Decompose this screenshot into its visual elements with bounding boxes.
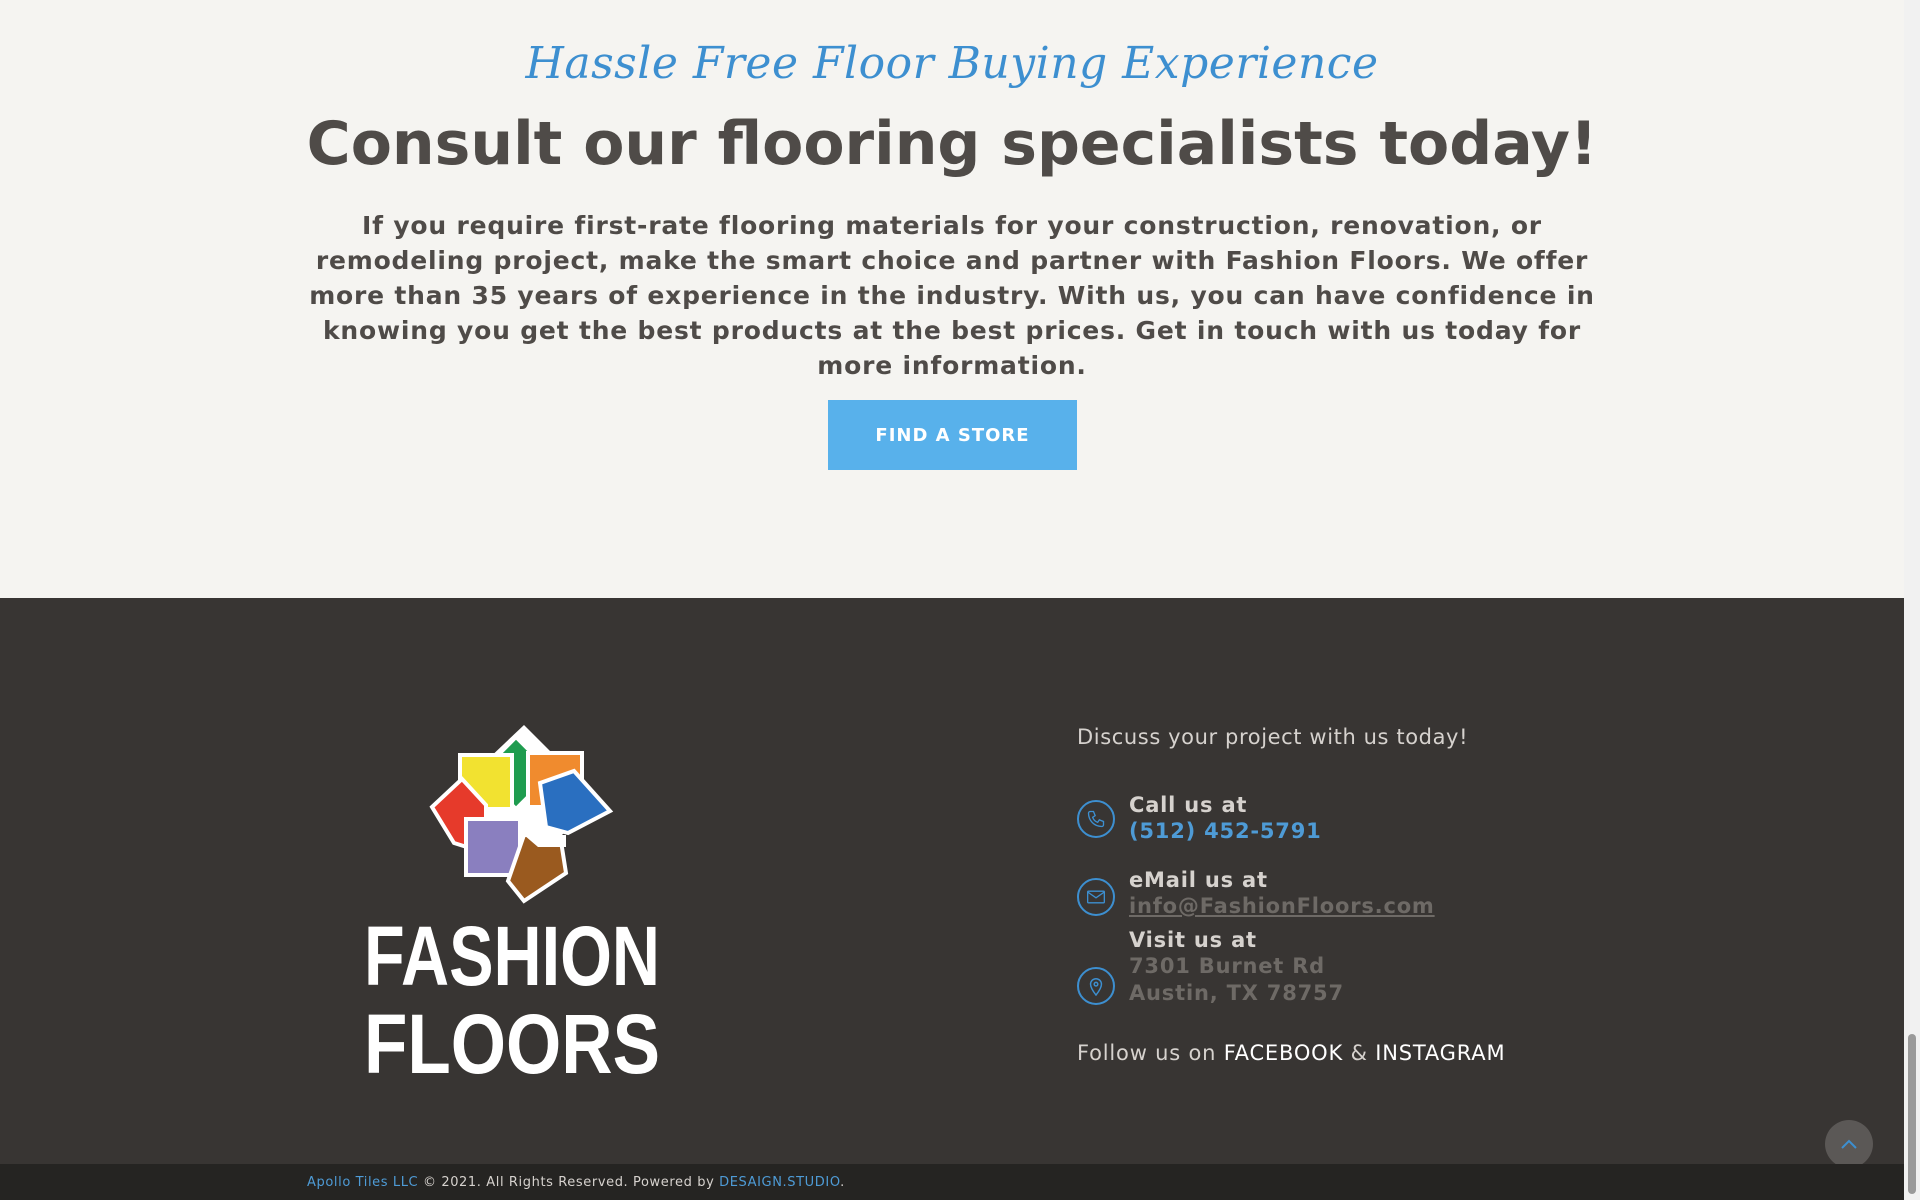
- call-label: Call us at: [1129, 793, 1248, 817]
- map-pin-icon: [1077, 967, 1115, 1005]
- copyright: Apollo Tiles LLC © 2021. All Rights Rese…: [307, 1175, 845, 1190]
- page-scrollbar[interactable]: [1904, 0, 1920, 1200]
- copyright-text: © 2021. All Rights Reserved. Powered by: [422, 1175, 715, 1190]
- email-row: eMail us at info@FashionFloors.com: [1077, 868, 1434, 918]
- call-row: Call us at (512) 452-5791: [1077, 793, 1321, 843]
- contact-block: Discuss your project with us today! Call…: [1077, 722, 1777, 1065]
- follow-us: Follow us on FACEBOOK & INSTAGRAM: [1077, 1041, 1505, 1065]
- discuss-heading: Discuss your project with us today!: [1077, 725, 1469, 749]
- cta-headline: Consult our flooring specialists today!: [306, 109, 1598, 179]
- follow-amp: &: [1350, 1041, 1368, 1065]
- powered-by-link[interactable]: DESAIGN.STUDIO: [719, 1175, 840, 1190]
- logo-line2: FLOORS: [364, 997, 660, 1075]
- scroll-to-top-button[interactable]: [1825, 1120, 1873, 1168]
- facebook-link[interactable]: FACEBOOK: [1224, 1041, 1343, 1065]
- address-line1: 7301 Burnet Rd: [1129, 954, 1326, 978]
- mail-icon: [1077, 878, 1115, 916]
- bottom-bar: Apollo Tiles LLC © 2021. All Rights Rese…: [0, 1164, 1904, 1200]
- chevron-up-icon: [1841, 1139, 1857, 1149]
- company-link[interactable]: Apollo Tiles LLC: [307, 1175, 418, 1190]
- instagram-link[interactable]: INSTAGRAM: [1375, 1041, 1505, 1065]
- phone-link[interactable]: (512) 452-5791: [1129, 819, 1322, 843]
- email-link[interactable]: info@FashionFloors.com: [1129, 894, 1435, 918]
- copyright-period: .: [840, 1175, 845, 1190]
- visit-row: Visit us at 7301 Burnet Rd Austin, TX 78…: [1077, 928, 1343, 1005]
- visit-label: Visit us at: [1129, 928, 1257, 952]
- footer: FASHION FLOORS Discuss your project with…: [0, 598, 1904, 1164]
- find-a-store-button[interactable]: FIND A STORE: [828, 400, 1077, 470]
- address-line2: Austin, TX 78757: [1129, 981, 1344, 1005]
- cta-tagline: Hassle Free Floor Buying Experience: [525, 38, 1379, 89]
- phone-icon: [1077, 800, 1115, 838]
- email-label: eMail us at: [1129, 868, 1268, 892]
- scrollbar-thumb[interactable]: [1908, 1034, 1916, 1194]
- follow-prefix: Follow us on: [1077, 1041, 1217, 1065]
- page: Hassle Free Floor Buying Experience Cons…: [0, 0, 1920, 1200]
- logo-line1: FASHION: [364, 909, 660, 1003]
- cta-section: Hassle Free Floor Buying Experience Cons…: [0, 0, 1904, 598]
- cta-intro: If you require first-rate flooring mater…: [309, 211, 1595, 380]
- logo-pinwheel-icon: [429, 725, 614, 904]
- fashion-floors-logo[interactable]: FASHION FLOORS: [362, 723, 662, 1075]
